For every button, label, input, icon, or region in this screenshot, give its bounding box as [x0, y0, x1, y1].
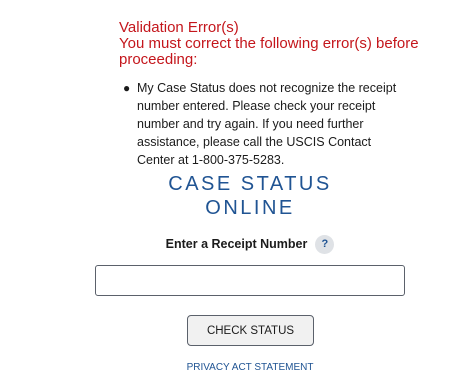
error-message-line1: You must correct the following error(s) … — [119, 35, 419, 52]
page-title-line1: CASE STATUS — [168, 173, 332, 195]
error-list-item: ● My Case Status does not recognize the … — [123, 79, 407, 169]
error-title: Validation Error(s) — [119, 19, 239, 36]
receipt-number-input[interactable] — [95, 265, 405, 296]
page-title-line2: ONLINE — [205, 197, 295, 219]
validation-error-block: Validation Error(s) You must correct the… — [119, 20, 439, 169]
privacy-act-statement-link[interactable]: PRIVACY ACT STATEMENT — [0, 362, 474, 373]
page-title: CASE STATUS ONLINE — [0, 172, 474, 220]
receipt-label-row: Enter a Receipt Number? — [0, 235, 474, 254]
error-message-line2: proceeding: — [119, 51, 198, 68]
error-item-text: My Case Status does not recognize the re… — [137, 81, 397, 167]
check-status-button[interactable]: CHECK STATUS — [187, 315, 314, 346]
help-icon[interactable]: ? — [315, 235, 335, 254]
case-status-page: Validation Error(s) You must correct the… — [0, 0, 474, 386]
bullet-icon: ● — [123, 81, 131, 95]
receipt-number-label: Enter a Receipt Number — [165, 236, 308, 251]
error-message: You must correct the following error(s) … — [119, 36, 439, 68]
error-list: ● My Case Status does not recognize the … — [119, 79, 439, 169]
